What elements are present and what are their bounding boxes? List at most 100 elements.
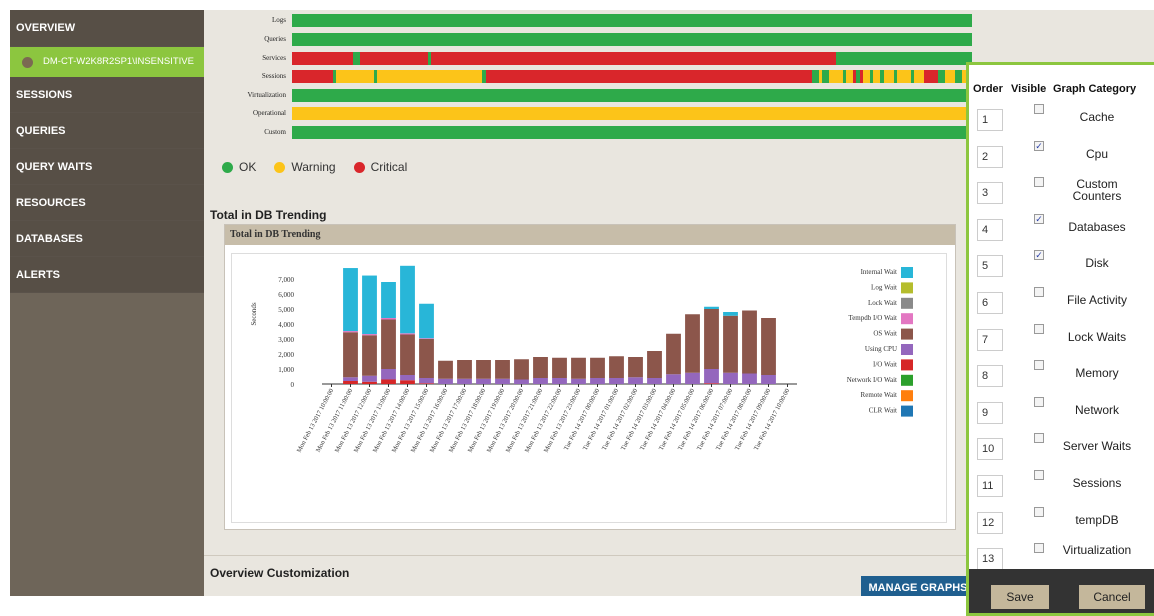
visible-checkbox[interactable]: [1034, 177, 1044, 188]
bar-segment: [723, 372, 738, 384]
visible-checkbox[interactable]: [1034, 287, 1044, 297]
bar-segment: [381, 379, 396, 384]
sidebar-item-queries[interactable]: QUERIES: [10, 113, 204, 149]
visible-checkbox[interactable]: ✓: [1034, 250, 1044, 261]
bar-segment: [761, 318, 776, 375]
order-input[interactable]: 7: [977, 328, 1003, 351]
visible-checkbox[interactable]: [1034, 543, 1044, 554]
chart-area: 0 1,000 2,000 3,000 4,000 5,000 6,000 7,000 Seco…: [231, 253, 947, 523]
status-segment-warning: [873, 70, 881, 83]
order-input[interactable]: 5: [977, 255, 1003, 278]
legend-label: Log Wait: [871, 283, 897, 291]
bar-segment: [343, 331, 358, 333]
status-bar[interactable]: [292, 107, 972, 120]
visible-checkbox[interactable]: [1034, 323, 1044, 334]
status-bar[interactable]: [292, 14, 972, 27]
legend-warning: Warning: [274, 160, 336, 174]
bar-segment: [742, 310, 757, 374]
sidebar-instance-item[interactable]: DM-CT-W2K8R2SP1\INSENSITIVE: [10, 47, 204, 77]
legend-swatch: [901, 297, 913, 309]
bar-segment: [362, 375, 377, 382]
save-button[interactable]: Save: [991, 585, 1049, 609]
graph-category-row: 5 ✓ Disk: [969, 247, 1154, 283]
bar-segment: [419, 383, 434, 384]
x-tick-label: Mon Feb 13 2017 21:00:00: [505, 388, 545, 454]
visible-checkbox[interactable]: [1034, 433, 1044, 444]
status-bar[interactable]: [292, 89, 972, 102]
graph-category-row: 1 Cache: [969, 101, 1154, 137]
visible-checkbox[interactable]: [1034, 360, 1044, 371]
category-label: Server Waits: [1062, 439, 1132, 454]
x-tick-label: Tue Feb 14 2017 08:00:00: [715, 388, 753, 452]
status-row-queries: Queries: [204, 32, 974, 46]
section-title: Total in DB Trending: [210, 208, 327, 222]
legend-swatch: [901, 282, 913, 294]
sidebar-item-alerts[interactable]: ALERTS: [10, 257, 204, 293]
bar-segment: [419, 378, 434, 384]
legend-label: Remote Wait: [861, 391, 897, 399]
sidebar-item-sessions[interactable]: SESSIONS: [10, 77, 204, 113]
y-tick-label: 3,000: [278, 336, 294, 344]
status-segment-warning: [914, 70, 925, 83]
order-input[interactable]: 12: [977, 511, 1003, 534]
visible-checkbox[interactable]: ✓: [1034, 140, 1044, 151]
visible-checkbox[interactable]: [1034, 396, 1044, 407]
manage-graphs-button[interactable]: MANAGE GRAPHS: [861, 576, 975, 596]
sidebar-item-databases[interactable]: DATABASES: [10, 221, 204, 257]
bar-segment: [400, 375, 415, 381]
status-bar[interactable]: [292, 70, 972, 83]
order-input[interactable]: 9: [977, 401, 1003, 424]
status-bar[interactable]: [292, 52, 972, 65]
bar-segment: [666, 374, 681, 384]
status-row-label: Services: [262, 54, 286, 62]
category-label: Disk: [1085, 256, 1109, 271]
bar-segment: [685, 372, 700, 384]
visible-checkbox[interactable]: [1034, 506, 1044, 517]
sidebar-item-resources[interactable]: RESOURCES: [10, 185, 204, 221]
order-input[interactable]: 6: [977, 292, 1003, 314]
order-input[interactable]: 10: [977, 438, 1003, 461]
order-input[interactable]: 2: [977, 145, 1003, 168]
warning-dot-icon: [274, 161, 286, 173]
bar-segment: [457, 378, 472, 384]
order-input[interactable]: 4: [977, 218, 1003, 241]
status-bar[interactable]: [292, 126, 972, 139]
legend-label: CLR Wait: [869, 407, 897, 415]
visible-checkbox[interactable]: ✓: [1034, 213, 1044, 224]
order-input[interactable]: 13: [977, 548, 1003, 571]
status-bar[interactable]: [292, 33, 972, 46]
sidebar-item-overview[interactable]: OVERVIEW: [10, 10, 204, 47]
manage-graphs-dialog: Order Visible Graph Category 1 Cache 2 ✓ Cpu…: [966, 62, 1154, 616]
legend-label: OS Wait: [873, 330, 897, 338]
panel-title: Total in DB Trending: [225, 225, 955, 245]
status-segment-critical: [292, 70, 333, 83]
order-input[interactable]: 8: [977, 365, 1003, 388]
y-axis-label: Seconds: [250, 302, 258, 326]
status-segment-ok: [822, 70, 830, 83]
order-input[interactable]: 1: [977, 109, 1003, 131]
legend-swatch: [901, 267, 913, 278]
y-tick-label: 4,000: [278, 321, 294, 329]
sidebar-item-query-waits[interactable]: QUERY WAITS: [10, 149, 204, 185]
x-tick-label: Mon Feb 13 2017 11:00:00: [315, 388, 354, 454]
bar-segment: [533, 378, 548, 384]
bar-segment: [476, 378, 491, 384]
bar-segment: [761, 375, 776, 384]
customization-label: Overview Customization: [210, 566, 350, 580]
graph-category-row: 4 ✓ Databases: [969, 211, 1154, 247]
bar-segment: [628, 377, 643, 384]
visible-checkbox[interactable]: [1034, 104, 1044, 114]
x-tick-label: Mon Feb 13 2017 20:00:00: [486, 388, 526, 454]
cancel-button[interactable]: Cancel: [1079, 585, 1145, 609]
status-segment-warning: [377, 70, 483, 83]
bar-segment: [343, 377, 358, 381]
order-input[interactable]: 3: [977, 182, 1003, 205]
bar-segment: [362, 335, 377, 376]
legend-ok: OK: [222, 160, 256, 174]
x-tick-label: Tue Feb 14 2017 02:00:00: [601, 388, 639, 452]
visible-checkbox[interactable]: [1034, 470, 1044, 480]
order-input[interactable]: 11: [977, 475, 1003, 497]
bar-segment: [343, 381, 358, 384]
x-tick-label: Tue Feb 14 2017 09:00:00: [734, 388, 772, 452]
visible-header: Visible: [1011, 83, 1047, 95]
